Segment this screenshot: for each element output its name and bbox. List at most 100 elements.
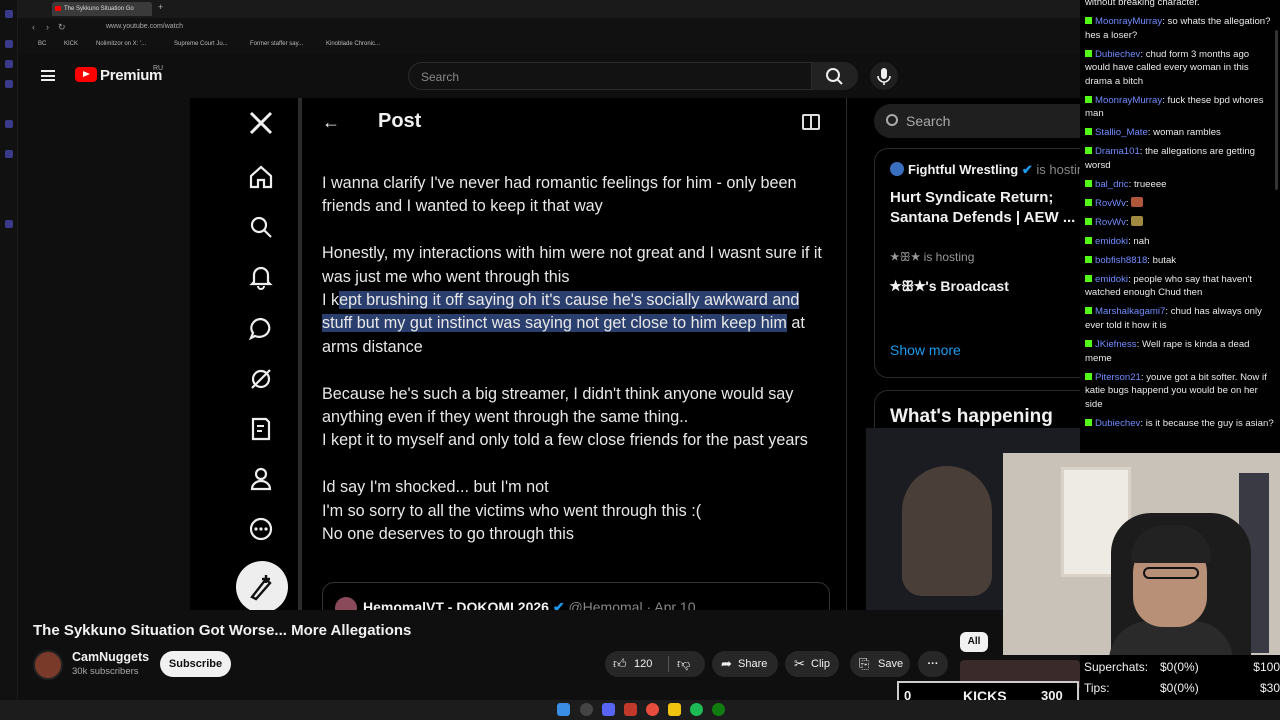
chat-scrollbar[interactable] bbox=[1275, 30, 1278, 190]
app-icon[interactable] bbox=[5, 220, 13, 228]
filter-chip-all[interactable]: All bbox=[960, 632, 988, 652]
divider bbox=[668, 656, 669, 672]
app-icon[interactable] bbox=[5, 80, 13, 88]
app-icon[interactable] bbox=[5, 60, 13, 68]
home-icon bbox=[249, 165, 273, 189]
host-line: ★ꕥ★ is hosting bbox=[890, 250, 975, 264]
chat-username[interactable]: emidoki bbox=[1095, 236, 1128, 247]
kick-badge-icon bbox=[1085, 179, 1092, 187]
os-sidebar bbox=[0, 0, 18, 700]
bookmark[interactable]: Kinoblade Chronic... bbox=[326, 41, 380, 47]
bookmark-icon: ⎘ bbox=[859, 656, 870, 671]
new-tab-button[interactable]: + bbox=[158, 2, 163, 12]
browser-icon[interactable] bbox=[646, 703, 659, 716]
bookmark[interactable]: BC bbox=[38, 41, 46, 47]
reload-icon[interactable]: ↻ bbox=[58, 22, 66, 33]
like-dislike-group: 👍︎ 120 👎︎ bbox=[605, 651, 705, 677]
chat-username[interactable]: RovWv bbox=[1095, 198, 1126, 209]
x-logo-icon bbox=[249, 111, 273, 135]
search-icon[interactable] bbox=[580, 703, 593, 716]
kick-badge-icon bbox=[1085, 236, 1092, 244]
chat-text: woman rambles bbox=[1153, 127, 1221, 139]
obs-icon[interactable] bbox=[624, 703, 637, 716]
lists-icon bbox=[251, 417, 271, 441]
menu-icon[interactable] bbox=[41, 70, 55, 81]
chat-text: nah bbox=[1133, 235, 1150, 247]
search-icon bbox=[886, 114, 898, 126]
save-button[interactable]: ⎘ Save bbox=[850, 651, 910, 677]
search-input[interactable]: Search bbox=[408, 62, 812, 90]
dislike-icon[interactable]: 👎︎ bbox=[677, 651, 690, 677]
chat-username[interactable]: JKiefness bbox=[1095, 339, 1137, 350]
bookmark[interactable]: Nolimitzor on X: '... bbox=[96, 41, 146, 47]
stream-chat: without breaking character. MoonrayMurra… bbox=[1080, 0, 1280, 455]
chat-username[interactable]: Dubiechev bbox=[1095, 418, 1140, 429]
goal-label: Tips: bbox=[1084, 681, 1110, 695]
chat-username[interactable]: bal_dric bbox=[1095, 179, 1129, 190]
share-button[interactable]: ➦ Share bbox=[712, 651, 778, 677]
broadcast-title: ★ꕥ★'s Broadcast bbox=[890, 278, 1009, 294]
chat-username[interactable]: Piterson21 bbox=[1095, 372, 1141, 383]
chat-username[interactable]: MoonrayMurray bbox=[1095, 16, 1162, 27]
kick-badge-icon bbox=[1085, 49, 1092, 57]
kick-badge-icon bbox=[1085, 339, 1092, 347]
chat-username[interactable]: Drama101 bbox=[1095, 146, 1140, 157]
kick-badge-icon bbox=[1085, 95, 1092, 103]
like-count[interactable]: 120 bbox=[634, 651, 652, 677]
post-paragraph: I wanna clarify I've never had romantic … bbox=[322, 174, 797, 216]
channel-name[interactable]: CamNuggets bbox=[72, 650, 149, 664]
x-search-field: Search bbox=[874, 104, 1080, 138]
chat-username[interactable]: Marshalkagami7 bbox=[1095, 306, 1165, 317]
grok-icon bbox=[251, 369, 271, 389]
chat-username[interactable]: emidoki bbox=[1095, 274, 1128, 285]
happening-heading: What's happening bbox=[890, 406, 1053, 427]
forward-icon[interactable]: › bbox=[46, 22, 49, 32]
like-icon[interactable]: 👍︎ bbox=[613, 651, 627, 677]
chat-message: Stallio_Mate: woman rambles bbox=[1085, 126, 1276, 140]
source-name: Fightful Wrestling bbox=[908, 162, 1019, 177]
voice-search-button[interactable] bbox=[870, 62, 898, 90]
chat-message: JKiefness: Well rape is kinda a dead mem… bbox=[1085, 338, 1276, 365]
windows-taskbar bbox=[0, 700, 1280, 720]
chat-username[interactable]: Dubiechev bbox=[1095, 49, 1140, 60]
search-button[interactable] bbox=[812, 62, 858, 90]
bookmark[interactable]: Former staffer say... bbox=[250, 41, 303, 47]
bookmark[interactable]: KICK bbox=[64, 41, 78, 47]
windows-start-icon[interactable] bbox=[557, 703, 570, 716]
browser-tab-bar: The Sykkuno Situation Go + bbox=[18, 0, 1080, 18]
spotify-icon[interactable] bbox=[690, 703, 703, 716]
subscribe-button[interactable]: Subscribe bbox=[160, 651, 231, 677]
youtube-header: Premium RU Search bbox=[18, 54, 1080, 98]
browser-tab[interactable]: The Sykkuno Situation Go bbox=[52, 2, 152, 16]
bookmark[interactable]: Supreme Court Ju... bbox=[174, 41, 228, 47]
youtube-logo-icon[interactable] bbox=[75, 67, 97, 82]
goal-value: $0(0%) bbox=[1160, 660, 1199, 674]
app-icon[interactable] bbox=[5, 10, 13, 18]
chat-username[interactable]: MoonrayMurray bbox=[1095, 95, 1162, 106]
chat-username[interactable]: RovWv bbox=[1095, 217, 1126, 228]
streamer-webcam bbox=[1003, 453, 1280, 655]
chat-message: RovWv: bbox=[1085, 215, 1276, 230]
back-icon[interactable]: ‹ bbox=[32, 22, 35, 32]
channel-avatar[interactable] bbox=[33, 650, 63, 680]
video-player[interactable]: ← Post I wanna clarify I've never had ro… bbox=[190, 98, 1080, 610]
folder-icon[interactable] bbox=[668, 703, 681, 716]
app-icon[interactable] bbox=[5, 40, 13, 48]
more-actions-button[interactable]: ··· bbox=[918, 651, 948, 677]
discord-icon[interactable] bbox=[602, 703, 615, 716]
xbox-icon[interactable] bbox=[712, 703, 725, 716]
url-field[interactable]: www.youtube.com/watch bbox=[106, 23, 183, 30]
app-icon[interactable] bbox=[5, 150, 13, 158]
chat-message: Piterson21: youve got a bit softer. Now … bbox=[1085, 371, 1276, 412]
reader-mode-icon bbox=[802, 114, 820, 130]
youtube-favicon-icon bbox=[55, 6, 61, 11]
chat-message: bal_dric: trueeee bbox=[1085, 178, 1276, 192]
clip-button[interactable]: ✂ Clip bbox=[785, 651, 839, 677]
chat-username[interactable]: bobfish8818 bbox=[1095, 255, 1147, 266]
column-divider bbox=[846, 98, 847, 610]
app-icon[interactable] bbox=[5, 120, 13, 128]
quoted-post: HemomalVT - DOKOMI 2026 ✔ @Hemomal · Apr… bbox=[322, 582, 830, 610]
chat-username[interactable]: Stallio_Mate bbox=[1095, 127, 1148, 138]
kick-badge-icon bbox=[1085, 147, 1092, 155]
hosting-label: is hosting bbox=[1036, 162, 1080, 177]
